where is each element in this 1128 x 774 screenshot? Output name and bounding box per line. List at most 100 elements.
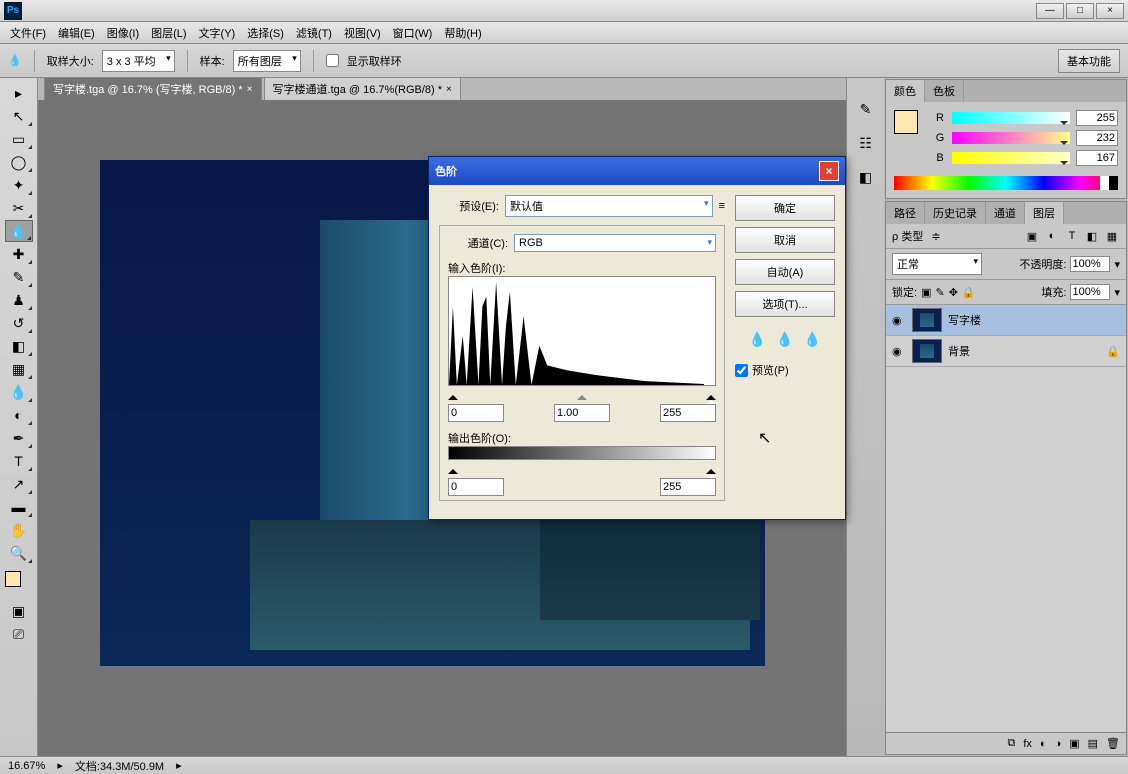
layer-thumbnail[interactable] xyxy=(912,339,942,363)
output-highlight[interactable] xyxy=(660,478,716,496)
input-midtone[interactable] xyxy=(554,404,610,422)
lock-all-icon[interactable]: 🔒 xyxy=(962,286,976,299)
fill-input[interactable] xyxy=(1070,284,1110,300)
magic-wand-tool[interactable]: ✦ xyxy=(5,174,33,196)
close-icon[interactable]: × xyxy=(247,84,253,95)
dialog-titlebar[interactable]: 色阶 × xyxy=(429,157,845,185)
visibility-icon[interactable]: ◉ xyxy=(892,345,906,358)
healing-tool[interactable]: ✚ xyxy=(5,243,33,265)
dialog-close-button[interactable]: × xyxy=(819,161,839,181)
brush-tool[interactable]: ✎ xyxy=(5,266,33,288)
hand-tool[interactable]: ✋ xyxy=(5,519,33,541)
stamp-tool[interactable]: ♟ xyxy=(5,289,33,311)
filter-adjust-icon[interactable]: ◐ xyxy=(1044,230,1060,242)
new-layer-icon[interactable]: ▤ xyxy=(1088,737,1098,750)
lasso-tool[interactable]: ◯ xyxy=(5,151,33,173)
color-swatches[interactable] xyxy=(5,571,33,599)
dodge-tool[interactable]: ◐ xyxy=(5,404,33,426)
document-tab-2[interactable]: 写字楼通道.tga @ 16.7%(RGB/8) *× xyxy=(264,77,461,100)
opacity-input[interactable] xyxy=(1070,256,1110,272)
layer-thumbnail[interactable] xyxy=(912,308,942,332)
screenmode-toggle[interactable]: ⎚ xyxy=(5,623,33,645)
crop-tool[interactable]: ✂ xyxy=(5,197,33,219)
filter-pixel-icon[interactable]: ▣ xyxy=(1024,230,1040,243)
tab-history[interactable]: 历史记录 xyxy=(925,202,986,224)
menu-select[interactable]: 选择(S) xyxy=(241,23,290,43)
preset-select[interactable]: 默认值 xyxy=(505,195,713,217)
gray-eyedropper-icon[interactable]: 💧 xyxy=(776,331,793,348)
output-slider[interactable] xyxy=(448,464,716,474)
sample-size-select[interactable]: 3 x 3 平均 xyxy=(102,50,175,72)
menu-help[interactable]: 帮助(H) xyxy=(438,23,487,43)
blur-tool[interactable]: 💧 xyxy=(5,381,33,403)
sample-select[interactable]: 所有图层 xyxy=(233,50,301,72)
filter-smart-icon[interactable]: ▦ xyxy=(1104,230,1120,243)
foreground-swatch[interactable] xyxy=(5,571,21,587)
minimize-button[interactable]: — xyxy=(1036,3,1064,19)
delete-icon[interactable]: 🗑 xyxy=(1106,737,1120,750)
filter-type-icon[interactable]: T xyxy=(1064,230,1080,242)
styles-panel-icon[interactable]: ◧ xyxy=(855,166,877,188)
brush-panel-icon[interactable]: ✎ xyxy=(855,98,877,120)
path-tool[interactable]: ↗ xyxy=(5,473,33,495)
layer-row[interactable]: ◉ 写字楼 xyxy=(886,305,1126,336)
menu-layer[interactable]: 图层(L) xyxy=(145,23,192,43)
b-slider[interactable] xyxy=(952,152,1070,164)
g-input[interactable] xyxy=(1076,130,1118,146)
type-tool[interactable]: T xyxy=(5,450,33,472)
visibility-icon[interactable]: ◉ xyxy=(892,314,906,327)
black-eyedropper-icon[interactable]: 💧 xyxy=(749,331,766,348)
fx-icon[interactable]: fx xyxy=(1023,738,1032,750)
mask-icon[interactable]: ◐ xyxy=(1040,738,1047,750)
auto-button[interactable]: 自动(A) xyxy=(735,259,835,285)
lock-pos-icon[interactable]: ✥ xyxy=(949,286,958,299)
gradient-tool[interactable]: ▦ xyxy=(5,358,33,380)
foreground-swatch[interactable] xyxy=(894,110,918,134)
chevron-down-icon[interactable]: ▾ xyxy=(1114,286,1120,299)
input-shadow[interactable] xyxy=(448,404,504,422)
collapse-icon[interactable]: ▸ xyxy=(5,82,33,104)
preview-checkbox[interactable] xyxy=(735,364,748,377)
lock-paint-icon[interactable]: ✎ xyxy=(935,286,944,299)
menu-view[interactable]: 视图(V) xyxy=(338,23,387,43)
quickmask-toggle[interactable]: ▣ xyxy=(5,600,33,622)
menu-edit[interactable]: 编辑(E) xyxy=(52,23,101,43)
filter-shape-icon[interactable]: ◧ xyxy=(1084,230,1100,243)
blend-mode-select[interactable]: 正常 xyxy=(892,253,982,275)
document-tab-1[interactable]: 写字楼.tga @ 16.7% (写字楼, RGB/8) *× xyxy=(44,77,262,100)
shape-tool[interactable]: ▬ xyxy=(5,496,33,518)
link-icon[interactable]: ⧉ xyxy=(1007,737,1015,750)
ok-button[interactable]: 确定 xyxy=(735,195,835,221)
layer-name[interactable]: 背景 xyxy=(948,343,970,359)
zoom-level[interactable]: 16.67% xyxy=(8,760,45,772)
white-eyedropper-icon[interactable]: 💧 xyxy=(804,331,821,348)
cancel-button[interactable]: 取消 xyxy=(735,227,835,253)
eyedropper-tool[interactable]: 💧 xyxy=(5,220,33,242)
tab-swatches[interactable]: 色板 xyxy=(925,80,964,102)
tab-paths[interactable]: 路径 xyxy=(886,202,925,224)
adjustment-icon[interactable]: ◑ xyxy=(1055,738,1062,750)
lock-trans-icon[interactable]: ▣ xyxy=(921,286,931,299)
tab-channels[interactable]: 通道 xyxy=(986,202,1025,224)
show-ring-checkbox[interactable] xyxy=(326,54,339,67)
marquee-tool[interactable]: ▭ xyxy=(5,128,33,150)
group-icon[interactable]: ▣ xyxy=(1069,737,1079,750)
menu-filter[interactable]: 滤镜(T) xyxy=(290,23,338,43)
input-slider[interactable] xyxy=(448,390,716,400)
r-slider[interactable] xyxy=(952,112,1070,124)
layer-row[interactable]: ◉ 背景 🔒 xyxy=(886,336,1126,367)
input-highlight[interactable] xyxy=(660,404,716,422)
channel-select[interactable]: RGB xyxy=(514,234,716,252)
menu-type[interactable]: 文字(Y) xyxy=(193,23,242,43)
output-shadow[interactable] xyxy=(448,478,504,496)
tab-layers[interactable]: 图层 xyxy=(1025,202,1064,224)
spectrum-bar[interactable] xyxy=(894,176,1118,190)
g-slider[interactable] xyxy=(952,132,1070,144)
eraser-tool[interactable]: ◧ xyxy=(5,335,33,357)
menu-window[interactable]: 窗口(W) xyxy=(387,23,439,43)
menu-image[interactable]: 图像(I) xyxy=(101,23,145,43)
zoom-tool[interactable]: 🔍 xyxy=(5,542,33,564)
options-button[interactable]: 选项(T)... xyxy=(735,291,835,317)
history-brush-tool[interactable]: ↺ xyxy=(5,312,33,334)
adjustments-panel-icon[interactable]: ☷ xyxy=(855,132,877,154)
